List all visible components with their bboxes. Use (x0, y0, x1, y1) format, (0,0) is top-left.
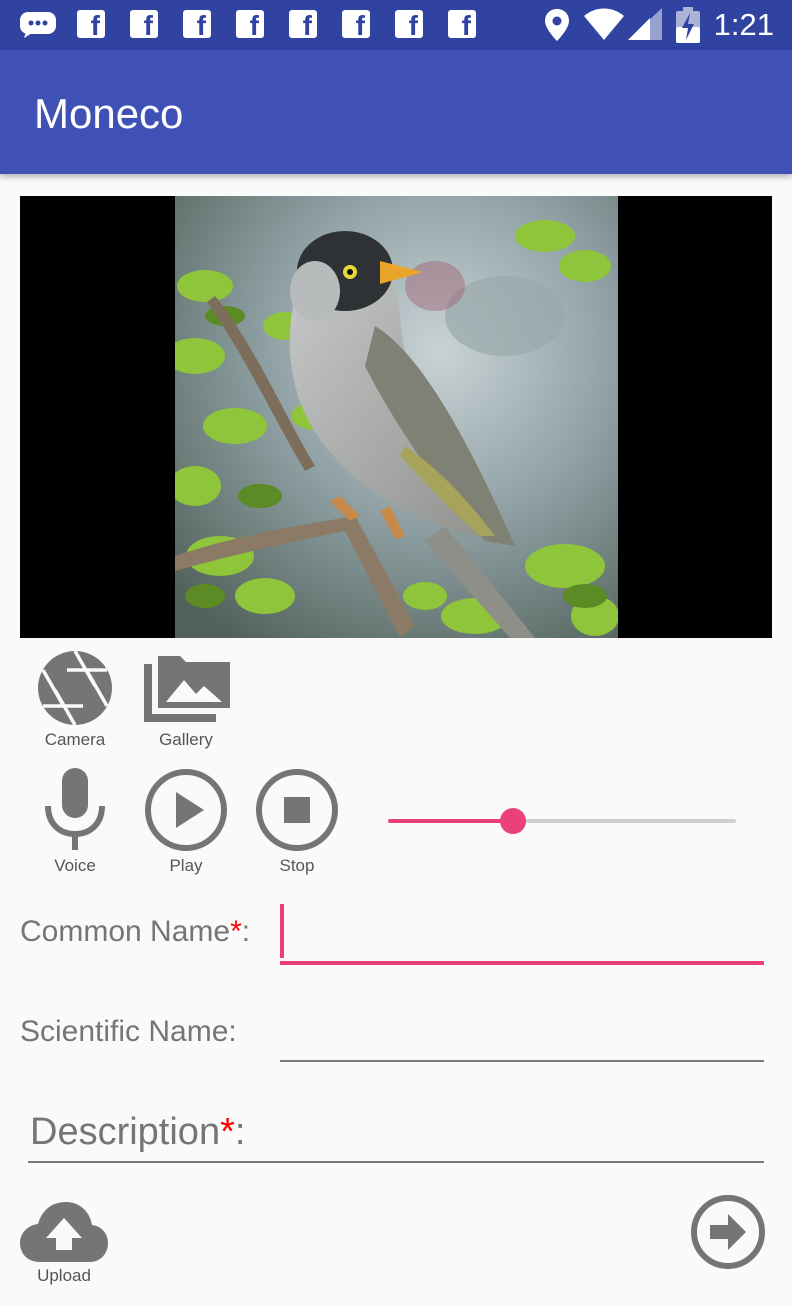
stop-button[interactable]: Stop (252, 768, 342, 876)
messenger-icon (20, 12, 56, 43)
voice-label: Voice (54, 856, 96, 875)
text-cursor (280, 904, 284, 958)
upload-button[interactable]: Upload (16, 1198, 112, 1286)
camera-label: Camera (44, 730, 106, 749)
microphone-icon (45, 768, 105, 850)
upload-label: Upload (37, 1266, 91, 1285)
facebook-icon: f (236, 10, 264, 38)
gallery-label: Gallery (159, 730, 213, 749)
camera-button[interactable]: Camera (30, 650, 120, 750)
signal-icon (628, 8, 662, 45)
common-name-input[interactable] (288, 910, 758, 960)
cloud-upload-icon (20, 1202, 108, 1262)
gallery-button[interactable]: Gallery (138, 650, 234, 750)
slider-progress (388, 819, 514, 823)
common-name-label: Common Name*: (20, 915, 250, 949)
status-bar: f f f f f f f f 1:21 (0, 0, 792, 50)
required-asterisk: * (230, 915, 242, 948)
play-label: Play (169, 856, 203, 875)
next-button[interactable] (690, 1194, 766, 1270)
play-circle-icon (145, 769, 227, 851)
facebook-icon: f (395, 10, 423, 38)
stop-label: Stop (279, 856, 315, 875)
label-colon: : (241, 915, 251, 948)
wifi-icon (584, 8, 624, 45)
scientific-name-label: Scientific Name: (20, 1015, 237, 1048)
slider-thumb[interactable] (500, 808, 527, 834)
play-button[interactable]: Play (141, 768, 231, 876)
description-underline (28, 1161, 764, 1163)
location-icon (545, 9, 569, 46)
stop-circle-icon (256, 769, 338, 851)
voice-button[interactable]: Voice (30, 768, 120, 876)
scientific-name-underline (280, 1060, 764, 1062)
app-title: Moneco (34, 90, 184, 137)
battery-charging-icon (676, 7, 700, 48)
common-name-label-text: Common Name (20, 915, 231, 948)
camera-aperture-icon (38, 650, 112, 726)
facebook-icon: f (289, 10, 317, 38)
arrow-right-circle-icon (691, 1195, 765, 1269)
facebook-icon: f (77, 10, 105, 38)
gallery-icon (144, 656, 230, 722)
audio-progress-slider[interactable] (388, 806, 736, 836)
facebook-icon: f (183, 10, 211, 38)
app-bar: Moneco (0, 50, 792, 174)
bird-photo (175, 196, 618, 638)
common-name-underline (280, 961, 764, 965)
facebook-icon: f (448, 10, 476, 38)
facebook-icon: f (130, 10, 158, 38)
facebook-icon: f (342, 10, 370, 38)
scientific-name-input[interactable] (284, 1008, 760, 1058)
photo-preview[interactable] (20, 196, 772, 638)
status-time: 1:21 (713, 7, 774, 42)
